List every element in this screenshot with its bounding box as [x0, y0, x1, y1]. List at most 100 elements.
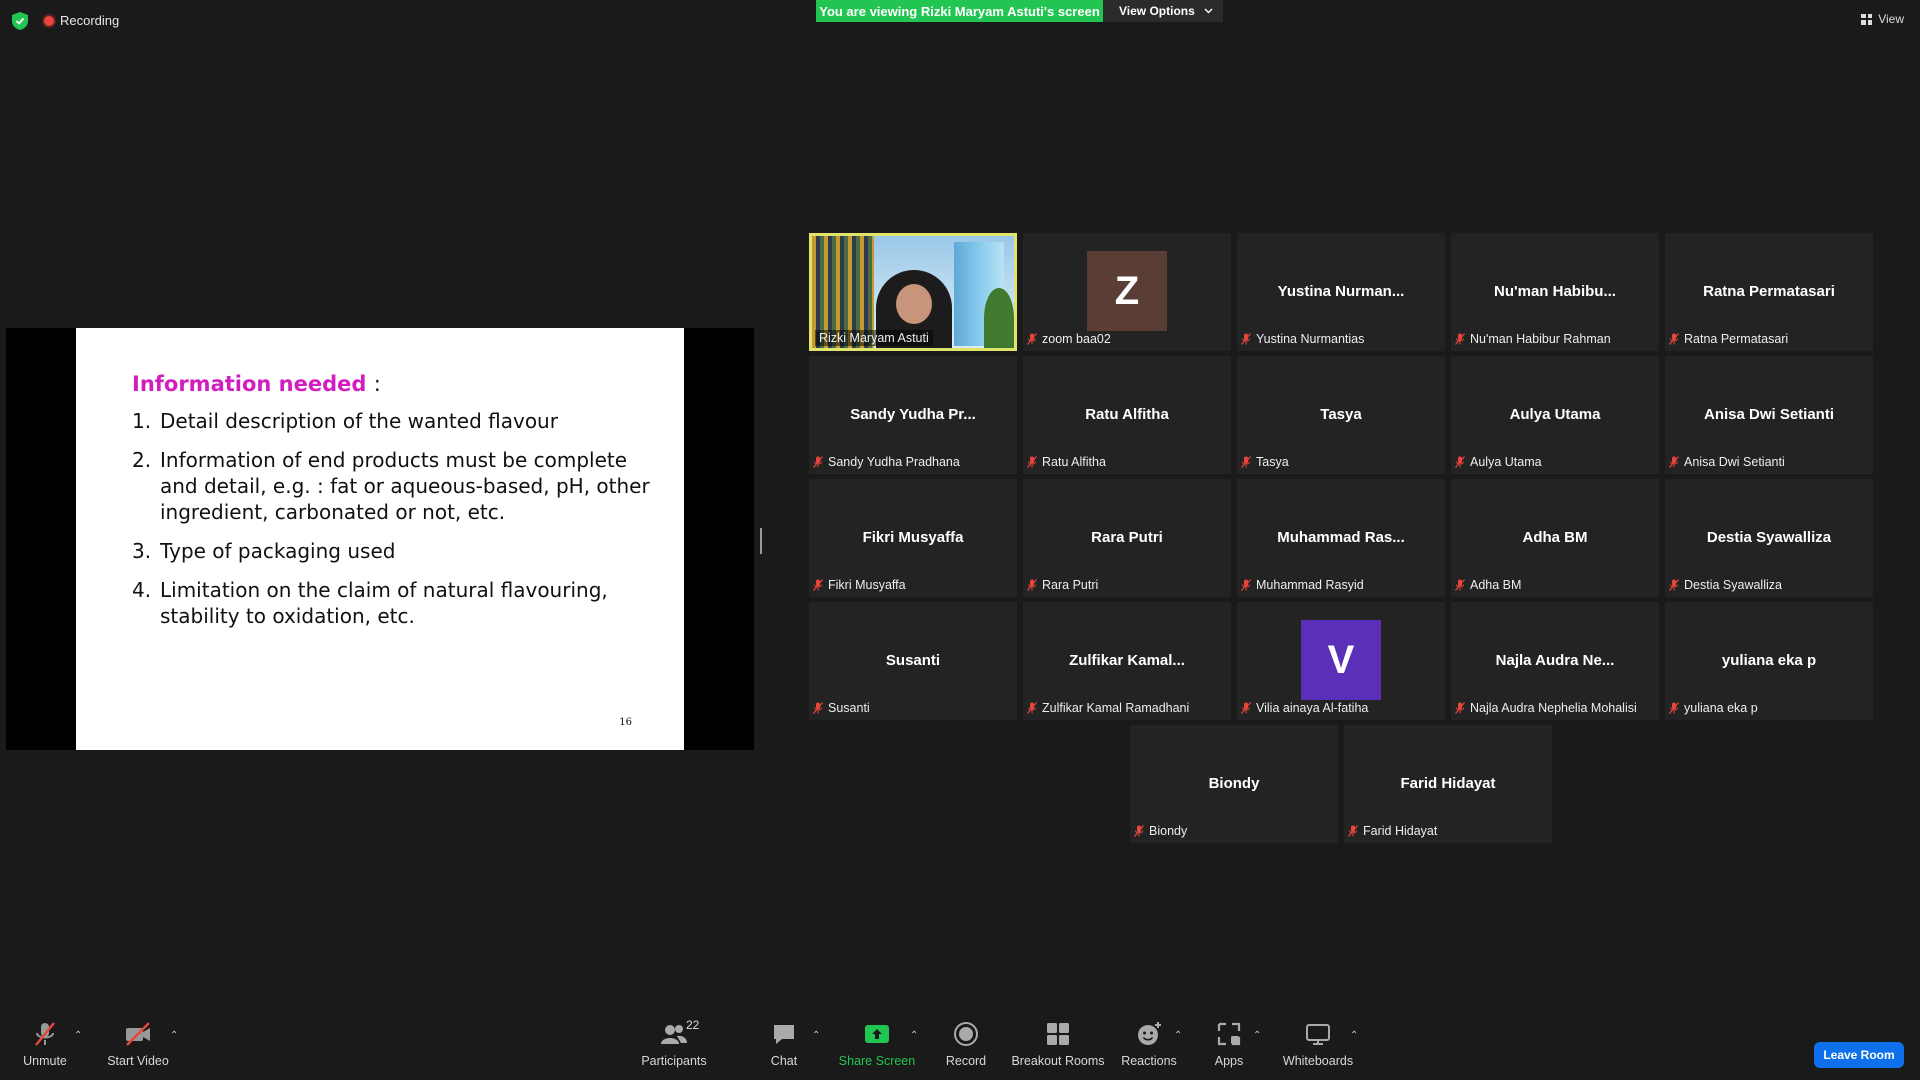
slide-title: Information needed :	[132, 372, 381, 396]
avatar: Z	[1087, 251, 1167, 331]
slide-list-item: 3. Type of packaging used	[132, 539, 396, 563]
slide-page-number: 16	[619, 717, 632, 728]
participant-display-name: yuliana eka p	[1721, 652, 1817, 669]
participants-icon	[661, 1025, 687, 1044]
participant-tile[interactable]: yuliana eka p yuliana eka p	[1665, 602, 1873, 720]
view-button[interactable]: View	[1861, 12, 1904, 26]
participant-tile[interactable]: Yustina Nurman... Yustina Nurmantias	[1237, 233, 1445, 351]
microphone-muted-icon	[813, 579, 823, 591]
chat-icon	[774, 1025, 794, 1044]
participant-name-label: Rizki Maryam Astuti	[815, 330, 933, 346]
participant-tile[interactable]: Tasya Tasya	[1237, 356, 1445, 474]
participant-name-label: Ratu Alfitha	[1027, 454, 1110, 470]
participant-name-label: Farid Hidayat	[1348, 823, 1441, 839]
participant-tile[interactable]: Najla Audra Ne... Najla Audra Nephelia Mo…	[1451, 602, 1659, 720]
participant-display-name: Anisa Dwi Setianti	[1703, 406, 1835, 423]
participant-tile[interactable]: Rara Putri Rara Putri	[1023, 479, 1231, 597]
participant-name-label: Fikri Musyaffa	[813, 577, 910, 593]
participant-tile[interactable]: Muhammad Ras... Muhammad Rasyid	[1237, 479, 1445, 597]
participant-name-label: Aulya Utama	[1455, 454, 1546, 470]
microphone-muted-icon	[813, 456, 823, 468]
participant-tile[interactable]: Nu'man Habibu... Nu'man Habibur Rahman	[1451, 233, 1659, 351]
whiteboards-button[interactable]: Whiteboards	[1263, 1020, 1373, 1068]
participant-name-label: Zulfikar Kamal Ramadhani	[1027, 700, 1193, 716]
presentation-slide: Information needed : 1. Detail descriptio…	[76, 328, 684, 750]
participant-tile[interactable]: Susanti Susanti	[809, 602, 1017, 720]
microphone-muted-icon	[1241, 333, 1251, 345]
participant-display-name: Adha BM	[1522, 529, 1588, 546]
participant-name-label: Ratna Permatasari	[1669, 331, 1792, 347]
microphone-muted-icon	[1669, 333, 1679, 345]
recording-indicator[interactable]: Recording	[44, 13, 119, 28]
participant-display-name: Farid Hidayat	[1400, 775, 1496, 792]
participant-tile-active-speaker[interactable]: Rizki Maryam Astuti	[809, 233, 1017, 351]
view-label: View	[1878, 12, 1904, 26]
participant-tile[interactable]: Biondy Biondy	[1130, 725, 1338, 843]
participant-display-name: Rara Putri	[1091, 529, 1163, 546]
participant-display-name: Ratu Alfitha	[1085, 406, 1169, 423]
slide-list-item: 4. Limitation on the claim of natural fla…	[132, 578, 608, 628]
slide-list-item: 1. Detail description of the wanted flavo…	[132, 409, 558, 433]
microphone-muted-icon	[1027, 579, 1037, 591]
participant-tile[interactable]: Ratu Alfitha Ratu Alfitha	[1023, 356, 1231, 474]
microphone-muted-icon	[35, 1022, 55, 1046]
participant-tile[interactable]: Ratna Permatasari Ratna Permatasari	[1665, 233, 1873, 351]
view-options-button[interactable]: View Options	[1103, 0, 1223, 22]
microphone-muted-icon	[1348, 825, 1358, 837]
participant-name-label: Najla Audra Nephelia Mohalisi	[1455, 700, 1641, 716]
participant-display-name: Najla Audra Ne...	[1495, 652, 1615, 669]
apps-icon	[1217, 1022, 1241, 1046]
meeting-toolbar: Unmute ⌃ Start Video ⌃ 22 Participants C…	[0, 1016, 1920, 1080]
participant-tile[interactable]: Fikri Musyaffa Fikri Musyaffa	[809, 479, 1017, 597]
share-screen-icon	[865, 1025, 889, 1043]
microphone-muted-icon	[1027, 456, 1037, 468]
participant-tile[interactable]: Sandy Yudha Pr... Sandy Yudha Pradhana	[809, 356, 1017, 474]
microphone-muted-icon	[1455, 579, 1465, 591]
record-icon	[954, 1022, 978, 1046]
start-video-button[interactable]: Start Video	[83, 1020, 193, 1068]
participant-tile[interactable]: Anisa Dwi Setianti Anisa Dwi Setianti	[1665, 356, 1873, 474]
slide-list: 1. Detail description of the wanted flavo…	[132, 408, 654, 629]
view-options-label: View Options	[1119, 4, 1195, 18]
video-options-caret[interactable]: ⌃	[170, 1030, 178, 1041]
participant-tile[interactable]: Zulfikar Kamal... Zulfikar Kamal Ramadhan…	[1023, 602, 1231, 720]
participant-tile[interactable]: V Vilia ainaya Al-fatiha	[1237, 602, 1445, 720]
grid-view-icon	[1861, 13, 1873, 25]
recording-label: Recording	[60, 13, 120, 28]
participant-name-label: Yustina Nurmantias	[1241, 331, 1368, 347]
shared-screen[interactable]: Information needed : 1. Detail descriptio…	[6, 328, 754, 750]
microphone-muted-icon	[1027, 333, 1037, 345]
participant-display-name: Destia Syawalliza	[1706, 529, 1832, 546]
microphone-muted-icon	[1455, 456, 1465, 468]
participant-tile[interactable]: Adha BM Adha BM	[1451, 479, 1659, 597]
participants-button[interactable]: 22 Participants	[619, 1018, 729, 1068]
participant-display-name: Aulya Utama	[1509, 406, 1601, 423]
participant-display-name: Tasya	[1320, 406, 1362, 423]
participant-tile[interactable]: Destia Syawalliza Destia Syawalliza	[1665, 479, 1873, 597]
audio-options-caret[interactable]: ⌃	[74, 1030, 82, 1041]
microphone-muted-icon	[1027, 702, 1037, 714]
participant-tile[interactable]: Farid Hidayat Farid Hidayat	[1344, 725, 1552, 843]
participant-tile[interactable]: Aulya Utama Aulya Utama	[1451, 356, 1659, 474]
apps-options-caret[interactable]: ⌃	[1253, 1030, 1261, 1041]
participant-name-label: Rara Putri	[1027, 577, 1102, 593]
participant-name-label: Vilia ainaya Al-fatiha	[1241, 700, 1372, 716]
participant-name-label: Biondy	[1134, 823, 1191, 839]
participant-tile[interactable]: Zzoom baa02	[1023, 233, 1231, 351]
panel-splitter-handle[interactable]	[760, 528, 762, 554]
slide-list-item: 2. Information of end products must be co…	[132, 448, 650, 524]
microphone-muted-icon	[1241, 456, 1251, 468]
avatar: V	[1301, 620, 1381, 700]
participant-display-name: Biondy	[1208, 775, 1260, 792]
participant-name-label: zoom baa02	[1027, 331, 1115, 347]
participant-display-name: Susanti	[885, 652, 941, 669]
whiteboards-options-caret[interactable]: ⌃	[1350, 1030, 1358, 1041]
participant-display-name: Nu'man Habibu...	[1494, 283, 1616, 300]
viewing-screen-banner: You are viewing Rizki Maryam Astuti's sc…	[816, 0, 1103, 22]
security-shield-icon[interactable]	[12, 12, 28, 30]
leave-room-button[interactable]: Leave Room	[1814, 1042, 1904, 1068]
participant-name-label: yuliana eka p	[1669, 700, 1762, 716]
chat-options-caret[interactable]: ⌃	[812, 1030, 820, 1041]
participants-count: 22	[686, 1018, 700, 1032]
microphone-muted-icon	[1455, 333, 1465, 345]
